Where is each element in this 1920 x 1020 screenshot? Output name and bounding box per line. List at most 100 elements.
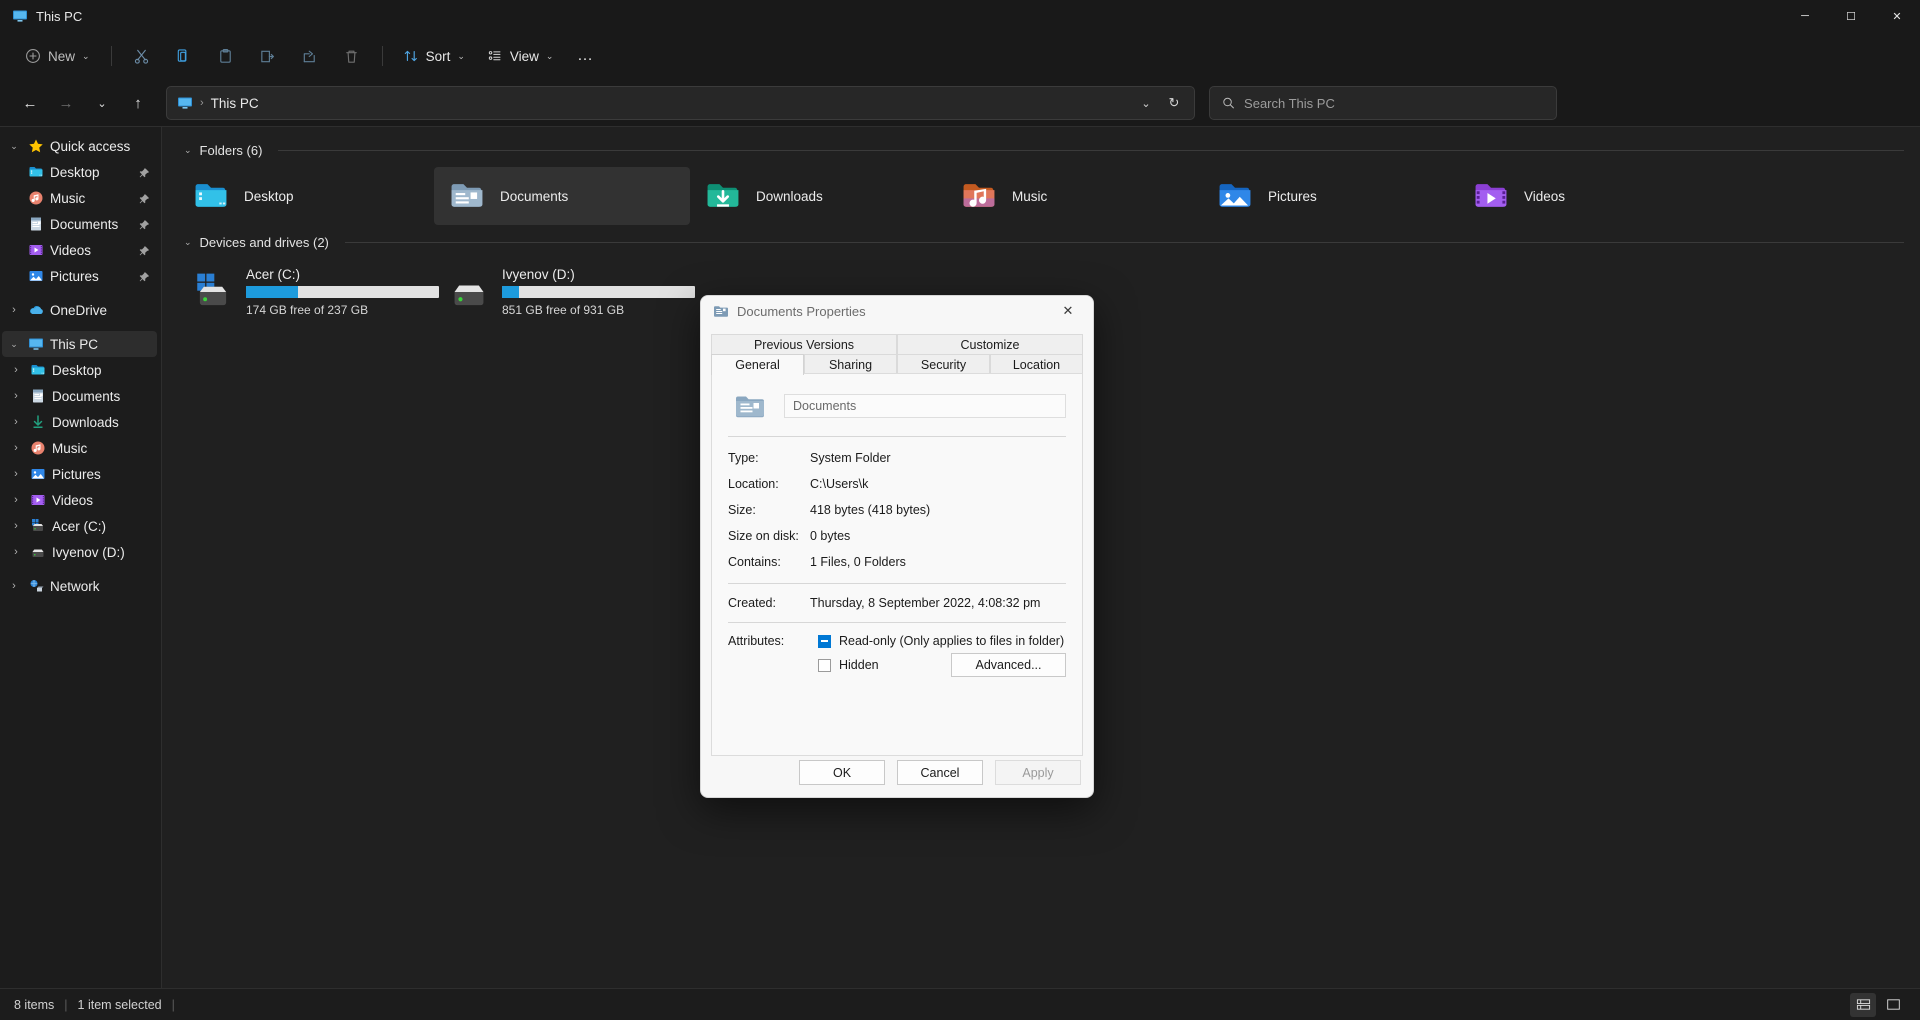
tab-location[interactable]: Location — [990, 354, 1083, 375]
sidebar-item-documents[interactable]: Documents — [2, 211, 157, 237]
details-view-icon[interactable] — [1850, 992, 1876, 1017]
breadcrumb[interactable]: › This PC — [177, 95, 259, 111]
drive-tile[interactable]: Acer (C:) 174 GB free of 237 GB — [178, 259, 439, 321]
drive-tile[interactable]: Ivyenov (D:) 851 GB free of 931 GB — [434, 259, 695, 321]
sort-caret-icon: ⌄ — [457, 50, 465, 61]
chevron-right-icon[interactable]: › — [8, 390, 24, 402]
tiles-view-glyph — [1886, 999, 1900, 1010]
forward-button[interactable]: → — [50, 87, 82, 119]
cut-button[interactable] — [122, 40, 162, 72]
sidebar-item-desktop[interactable]: › Desktop — [2, 357, 157, 383]
copy-button[interactable] — [164, 40, 204, 72]
this-pc-icon — [29, 338, 43, 350]
folder-tile[interactable]: Downloads — [690, 167, 946, 225]
drive-usage-bar — [502, 286, 695, 298]
ok-button[interactable]: OK — [799, 760, 885, 785]
sidebar-item-downloads[interactable]: › Downloads — [2, 409, 157, 435]
sidebar-item-desktop[interactable]: Desktop — [2, 159, 157, 185]
chevron-right-icon[interactable]: › — [8, 494, 24, 506]
delete-button[interactable] — [332, 40, 372, 72]
desktop-icon — [30, 362, 46, 378]
chevron-right-icon[interactable]: › — [8, 416, 24, 428]
pin-icon[interactable] — [139, 219, 150, 230]
apply-button[interactable]: Apply — [995, 760, 1081, 785]
folder-name-field[interactable]: Documents — [784, 394, 1066, 418]
search-icon — [1223, 97, 1234, 109]
address-bar[interactable]: › This PC ⌄ ↻ — [166, 86, 1195, 120]
pin-icon[interactable] — [139, 245, 150, 256]
sidebar-item-acer-c[interactable]: › Acer (C:) — [2, 513, 157, 539]
sidebar-item-onedrive[interactable]: › OneDrive — [2, 297, 157, 323]
new-button[interactable]: New ⌄ — [14, 40, 101, 72]
pin-icon[interactable] — [139, 271, 150, 282]
chevron-right-icon[interactable]: › — [8, 364, 24, 376]
sidebar-item-label: Desktop — [52, 362, 102, 378]
pin-icon[interactable] — [139, 193, 150, 204]
documents-icon — [30, 388, 46, 404]
chevron-right-icon[interactable]: › — [8, 442, 24, 454]
advanced-button[interactable]: Advanced... — [951, 653, 1066, 677]
address-dropdown-button[interactable]: ⌄ — [1132, 90, 1160, 116]
share-button[interactable] — [290, 40, 330, 72]
sidebar-item-music[interactable]: › Music — [2, 435, 157, 461]
folder-tile[interactable]: Pictures — [1202, 167, 1458, 225]
tab-customize[interactable]: Customize — [897, 334, 1083, 354]
chevron-down-icon[interactable]: ⌄ — [6, 141, 22, 152]
chevron-down-icon[interactable]: ⌄ — [6, 339, 22, 350]
drives-group-header[interactable]: ⌄ Devices and drives (2) — [184, 231, 1904, 253]
tiles-view-icon[interactable] — [1880, 993, 1906, 1017]
tab-previous-versions[interactable]: Previous Versions — [711, 334, 897, 354]
up-button[interactable]: ↑ — [122, 87, 154, 119]
sidebar-item-this-pc[interactable]: ⌄ This PC — [2, 331, 157, 357]
sidebar-item-music[interactable]: Music — [2, 185, 157, 211]
refresh-button[interactable]: ↻ — [1160, 90, 1188, 116]
hidden-checkbox[interactable] — [818, 658, 831, 672]
folder-tile[interactable]: Desktop — [178, 167, 434, 225]
dialog-body: Previous Versions Customize General Sharin… — [701, 326, 1093, 756]
sidebar-item-quick-access[interactable]: ⌄ Quick access — [2, 133, 157, 159]
rename-button[interactable] — [248, 40, 288, 72]
chevron-right-icon[interactable]: › — [8, 546, 24, 558]
sidebar-item-pictures[interactable]: Pictures — [2, 263, 157, 289]
sidebar-item-documents[interactable]: › Documents — [2, 383, 157, 409]
search-input[interactable] — [1244, 95, 1544, 111]
sidebar-item-videos[interactable]: Videos — [2, 237, 157, 263]
view-button[interactable]: View ⌄ — [477, 40, 564, 72]
chevron-right-icon[interactable]: › — [6, 304, 22, 316]
onedrive-icon — [30, 306, 43, 314]
sidebar-item-label: Quick access — [50, 138, 131, 154]
tab-security[interactable]: Security — [897, 354, 990, 375]
close-button[interactable]: ✕ — [1874, 0, 1920, 32]
property-key: Contains: — [728, 555, 781, 569]
sort-label: Sort — [425, 48, 451, 64]
more-options-button[interactable]: … — [565, 40, 605, 72]
share-icon — [303, 50, 315, 62]
sort-button[interactable]: Sort ⌄ — [393, 40, 475, 72]
pin-icon[interactable] — [139, 167, 150, 178]
chevron-right-icon[interactable]: › — [8, 520, 24, 532]
tab-sharing[interactable]: Sharing — [804, 354, 897, 375]
sidebar-item-pictures[interactable]: › Pictures — [2, 461, 157, 487]
sidebar-item-ivyenov-d[interactable]: › Ivyenov (D:) — [2, 539, 157, 565]
folder-tile[interactable]: Videos — [1458, 167, 1714, 225]
folders-group-header[interactable]: ⌄ Folders (6) — [184, 139, 1904, 161]
sidebar-item-network[interactable]: › Network — [2, 573, 157, 599]
recent-locations-button[interactable]: ⌄ — [86, 87, 118, 119]
hidden-row[interactable]: Hidden Advanced... — [728, 653, 1066, 677]
readonly-row[interactable]: Attributes: Read-only (Only applies to f… — [728, 629, 1066, 653]
readonly-checkbox[interactable] — [818, 634, 831, 648]
search-box[interactable] — [1209, 86, 1557, 120]
dialog-close-button[interactable]: ✕ — [1051, 297, 1085, 325]
folder-tile[interactable]: Music — [946, 167, 1202, 225]
minimize-button[interactable]: ─ — [1782, 0, 1828, 32]
chevron-right-icon[interactable]: › — [6, 580, 22, 592]
paste-button[interactable] — [206, 40, 246, 72]
tab-general[interactable]: General — [711, 354, 804, 375]
back-button[interactable]: ← — [14, 87, 46, 119]
cancel-button[interactable]: Cancel — [897, 760, 983, 785]
folder-tile[interactable]: Documents — [434, 167, 690, 225]
sidebar-item-videos[interactable]: › Videos — [2, 487, 157, 513]
chevron-right-icon[interactable]: › — [8, 468, 24, 480]
maximize-button[interactable]: ☐ — [1828, 0, 1874, 32]
